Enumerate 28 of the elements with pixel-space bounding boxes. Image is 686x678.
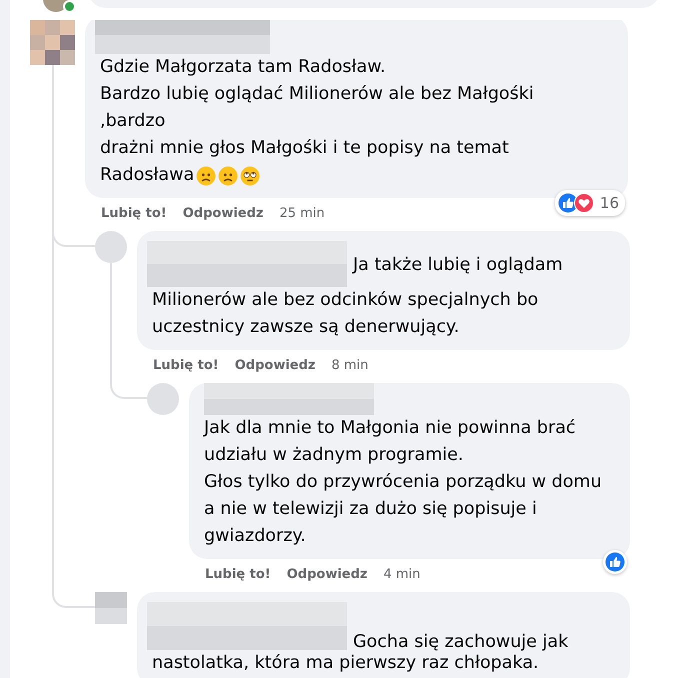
comment-text: Gocha się zachowuje jak	[353, 631, 568, 654]
heart-reaction-icon	[574, 193, 594, 213]
eye-roll-emoji-icon	[240, 166, 260, 186]
reply-link[interactable]: Odpowiedz	[234, 358, 316, 372]
reactions-badge[interactable]: 16	[554, 190, 625, 216]
timestamp: 25 min	[279, 206, 325, 220]
frowning-emoji-icon	[218, 166, 238, 186]
comment-text: Radosława	[100, 164, 194, 187]
reactions-badge[interactable]	[603, 550, 627, 574]
comment-text: Ja także lubię i oglądam	[353, 254, 563, 277]
reaction-count: 16	[600, 194, 619, 212]
comment-text: Jak dla mnie to Małgonia nie powinna brać udziału w żadnym programie. Głos tylko do przywrócenia porządku w domu a nie w telewizji za dużo się popisuje i gwiazdorzy.	[204, 417, 602, 548]
comment-text: Milionerów ale bez odcinków specjalnych bo uczestnicy zawsze są denerwujący.	[152, 289, 538, 339]
reply-link[interactable]: Odpowiedz	[286, 566, 368, 582]
timestamp: 4 min	[383, 566, 420, 582]
comment-text: nastolatka, która ma pierwszy raz chłopaka.	[152, 652, 539, 675]
timestamp: 8 min	[331, 358, 368, 372]
pixelated-avatar	[30, 20, 75, 65]
comment-text: Gdzie Małgorzata tam Radosław. Bardzo lubię oglądać Milionerów ale bez Małgośki ,bardzo drażni mnie głos Małgośki i te popisy na temat	[100, 56, 534, 160]
pixelated-avatar	[95, 592, 127, 624]
avatar	[95, 231, 127, 263]
frowning-emoji-icon	[196, 166, 216, 186]
like-link[interactable]: Lubię to!	[205, 566, 271, 582]
like-reaction-icon	[605, 552, 625, 572]
like-link[interactable]: Lubię to!	[153, 358, 219, 372]
reply-link[interactable]: Odpowiedz	[182, 206, 264, 220]
avatar	[147, 383, 179, 415]
like-link[interactable]: Lubię to!	[101, 206, 167, 220]
